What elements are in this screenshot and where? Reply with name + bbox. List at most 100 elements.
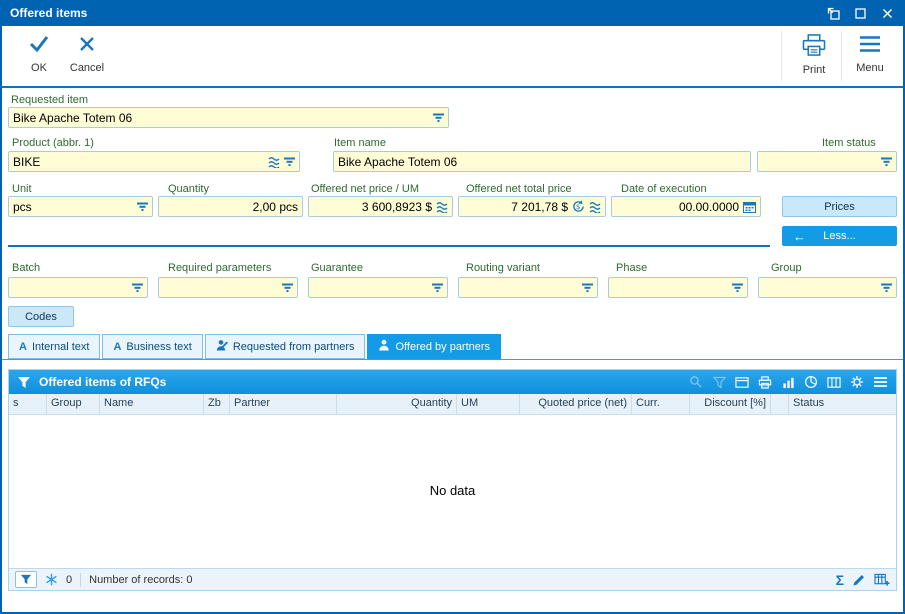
ok-label: OK — [31, 62, 47, 74]
edit-pencil-icon[interactable] — [852, 573, 866, 587]
dock-window-icon[interactable] — [825, 5, 841, 21]
date-of-execution-field[interactable]: 00.00.0000 — [611, 196, 761, 217]
add-table-row-icon[interactable] — [874, 573, 890, 587]
tab-internal-text[interactable]: A Internal text — [8, 334, 101, 359]
toolbar-divider — [2, 86, 903, 88]
item-name-field[interactable]: Bike Apache Totem 06 — [333, 151, 751, 172]
combo-dropdown-icon[interactable] — [432, 283, 443, 292]
hamburger-icon — [858, 34, 882, 59]
product-value: BIKE — [13, 154, 41, 169]
panel-title: Offered items of RFQs — [39, 375, 167, 389]
print-button[interactable]: Print — [791, 34, 837, 76]
tab-requested-from-partners[interactable]: Requested from partners — [204, 334, 366, 359]
filter-toggle-button[interactable] — [15, 571, 37, 588]
codes-label: Codes — [25, 310, 57, 323]
calendar-icon[interactable] — [743, 201, 756, 213]
snowflake-icon[interactable] — [45, 573, 58, 586]
offered-net-price-field[interactable]: 3 600,8923 $ — [308, 196, 453, 217]
unit-value: pcs — [13, 199, 32, 214]
offered-items-of-rfqs-panel: Offered items of RFQs s Group Name Zb Pa… — [8, 369, 897, 591]
panel-toolbar — [688, 375, 888, 390]
routing-variant-field[interactable] — [458, 277, 598, 298]
check-icon — [27, 34, 51, 59]
filter-icon[interactable] — [17, 376, 31, 389]
column-header-name[interactable]: Name — [100, 394, 204, 414]
settings-gear-icon[interactable] — [849, 375, 865, 390]
offered-net-total-field[interactable]: 7 201,78 $ $ — [458, 196, 606, 217]
column-header-quoted-price[interactable]: Quoted price (net) — [520, 394, 632, 414]
tab-label: Internal text — [31, 340, 90, 353]
columns-icon[interactable] — [826, 375, 842, 390]
titlebar[interactable]: Offered items — [0, 0, 905, 26]
requested-item-value: Bike Apache Totem 06 — [13, 110, 133, 125]
printer-icon — [801, 34, 827, 61]
offered-net-total-value: 7 201,78 $ — [511, 199, 568, 214]
column-header-group[interactable]: Group — [47, 394, 100, 414]
maximize-icon[interactable] — [852, 5, 868, 21]
panel-menu-icon[interactable] — [872, 375, 888, 390]
bar-chart-icon[interactable] — [780, 375, 796, 390]
group-field[interactable] — [758, 277, 897, 298]
guarantee-field[interactable] — [308, 277, 448, 298]
close-icon[interactable] — [879, 5, 895, 21]
tab-offered-by-partners[interactable]: Offered by partners — [367, 334, 502, 359]
record-count-text: Number of records: 0 — [89, 573, 193, 586]
product-field[interactable]: BIKE — [8, 151, 300, 172]
column-header-status[interactable]: Status — [789, 394, 896, 414]
cancel-button[interactable]: Cancel — [64, 34, 110, 74]
window-controls — [825, 5, 895, 21]
codes-button[interactable]: Codes — [8, 306, 74, 327]
window-view-icon[interactable] — [734, 375, 750, 390]
combo-dropdown-icon[interactable] — [881, 283, 892, 292]
required-parameters-field[interactable] — [158, 277, 298, 298]
less-button[interactable]: ← Less... — [782, 226, 897, 246]
print-list-icon[interactable] — [757, 375, 773, 390]
phase-field[interactable] — [608, 277, 748, 298]
recalculate-icon[interactable]: $ — [572, 200, 585, 213]
offered-net-price-label: Offered net price / UM — [311, 183, 420, 195]
tab-business-text[interactable]: A Business text — [102, 334, 203, 359]
cancel-label: Cancel — [69, 62, 105, 74]
search-icon[interactable] — [688, 375, 704, 390]
combo-dropdown-icon[interactable] — [732, 283, 743, 292]
quantity-field[interactable]: 2,00 pcs — [158, 196, 303, 217]
column-header-quantity[interactable]: Quantity — [337, 394, 457, 414]
pie-chart-icon[interactable] — [803, 375, 819, 390]
column-header-partner[interactable]: Partner — [230, 394, 337, 414]
requested-item-label: Requested item — [11, 94, 89, 106]
panel-header: Offered items of RFQs — [9, 370, 896, 394]
prices-button[interactable]: Prices — [782, 196, 897, 217]
column-header-s[interactable]: s — [9, 394, 47, 414]
requested-item-field[interactable]: Bike Apache Totem 06 — [8, 107, 449, 128]
reference-icon[interactable] — [268, 156, 280, 168]
combo-dropdown-icon[interactable] — [282, 283, 293, 292]
combo-dropdown-icon[interactable] — [284, 157, 295, 166]
combo-dropdown-icon[interactable] — [132, 283, 143, 292]
item-status-field[interactable] — [757, 151, 897, 172]
ok-button[interactable]: OK — [16, 34, 62, 74]
batch-field[interactable] — [8, 277, 148, 298]
reference-icon[interactable] — [436, 201, 448, 213]
prices-label: Prices — [824, 200, 855, 213]
column-header-discount[interactable]: Discount [%] — [690, 394, 771, 414]
column-header-um[interactable]: UM — [457, 394, 520, 414]
text-icon: A — [19, 340, 27, 353]
column-header-curr[interactable]: Curr. — [632, 394, 690, 414]
sum-icon[interactable]: Σ — [836, 572, 844, 588]
quantity-label: Quantity — [168, 183, 209, 195]
combo-dropdown-icon[interactable] — [137, 202, 148, 211]
column-header-zb[interactable]: Zb — [204, 394, 230, 414]
combo-dropdown-icon[interactable] — [582, 283, 593, 292]
partner-edit-icon — [216, 339, 228, 354]
unit-field[interactable]: pcs — [8, 196, 153, 217]
partner-icon — [378, 339, 390, 354]
tab-label: Business text — [126, 340, 192, 353]
filter-edit-icon[interactable] — [711, 375, 727, 390]
column-header-blank[interactable] — [771, 394, 789, 414]
table-body[interactable]: No data — [9, 415, 896, 568]
combo-dropdown-icon[interactable] — [433, 113, 444, 122]
offered-items-window: Offered items OK Cancel Print Menu Reque… — [0, 0, 905, 614]
combo-dropdown-icon[interactable] — [881, 157, 892, 166]
menu-button[interactable]: Menu — [847, 34, 893, 74]
reference-icon[interactable] — [589, 201, 601, 213]
